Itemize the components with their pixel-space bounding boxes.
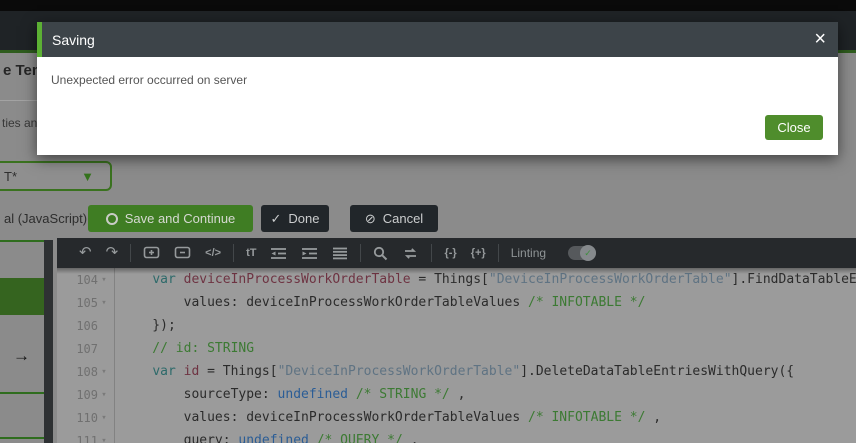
sidebar-selected-item[interactable]: [0, 278, 44, 315]
close-icon[interactable]: ×: [814, 26, 826, 52]
sidebar-row-border: [0, 240, 44, 242]
add-comment-icon[interactable]: [143, 246, 160, 261]
outdent-icon[interactable]: [270, 247, 287, 260]
code-text: sourceType: undefined /* STRING */ ,: [121, 387, 466, 402]
code-text: query: undefined /* QUERY */ ,: [121, 433, 419, 443]
title-divider: [0, 100, 37, 101]
fold-arrow-icon[interactable]: ▾: [98, 275, 110, 285]
line-number: 108: [76, 364, 98, 379]
service-handler-dropdown[interactable]: T* ▼: [0, 161, 112, 191]
code-text: values: deviceInProcessWorkOrderTableVal…: [121, 295, 646, 310]
chevron-down-icon: ▼: [81, 169, 94, 184]
screen: e Tem ties and T* ▼ al (JavaScript) Save…: [0, 0, 856, 443]
code-line[interactable]: 111 ▾ query: undefined /* QUERY */ ,: [57, 429, 856, 443]
unfold-all-icon[interactable]: {+}: [471, 245, 486, 261]
gutter: 111 ▾: [57, 429, 115, 443]
gutter: 109 ▾: [57, 383, 115, 406]
dialog-message: Unexpected error occurred on server: [51, 73, 248, 87]
line-number: 107: [76, 341, 98, 356]
dialog-title: Saving: [52, 31, 95, 48]
saving-dialog: Saving × Unexpected error occurred on se…: [37, 22, 838, 155]
fold-all-icon[interactable]: {-}: [444, 245, 456, 261]
line-number: 110: [76, 410, 98, 425]
code-text: values: deviceInProcessWorkOrderTableVal…: [121, 410, 662, 425]
font-size-icon[interactable]: tT: [246, 245, 256, 261]
line-number: 105: [76, 295, 98, 310]
code-line[interactable]: 104 ▾ var deviceInProcessWorkOrderTable =…: [57, 268, 856, 291]
format-lines-icon[interactable]: [332, 247, 348, 260]
dialog-header: Saving ×: [37, 22, 838, 57]
fold-arrow-icon[interactable]: ▾: [98, 298, 110, 308]
cancel-button-label: Cancel: [382, 211, 424, 226]
editor-left-border: [44, 240, 53, 443]
code-text: var deviceInProcessWorkOrderTable = Thin…: [152, 272, 856, 287]
gutter: 108 ▾: [57, 360, 115, 383]
save-and-continue-button[interactable]: Save and Continue: [88, 205, 253, 232]
toggle-check-icon: ✓: [580, 245, 597, 261]
top-black-bar: [0, 0, 856, 11]
line-number: 104: [76, 272, 98, 287]
code-editor-toolbar: ↶ ↷ </> tT {-} {+} Linting ✓: [57, 238, 856, 268]
line-number: 111: [76, 433, 98, 443]
code-line[interactable]: 107 // id: STRING: [57, 337, 856, 360]
current-row-arrow-icon: →: [13, 346, 30, 365]
gutter: 105 ▾: [57, 291, 115, 314]
cancel-button[interactable]: ⊘ Cancel: [350, 205, 438, 232]
dropdown-value: T*: [4, 168, 17, 184]
handler-type-label: al (JavaScript): [4, 211, 88, 226]
save-circle-icon: [105, 212, 118, 225]
redo-icon[interactable]: ↷: [106, 245, 119, 261]
code-editor[interactable]: 104 ▾ var deviceInProcessWorkOrderTable =…: [57, 268, 856, 443]
done-button[interactable]: ✓ Done: [261, 205, 329, 232]
line-number: 106: [76, 318, 98, 333]
code-line[interactable]: 106 });: [57, 314, 856, 337]
code-line[interactable]: 108 ▾ var id = Things["DeviceInProcessWor…: [57, 360, 856, 383]
fold-arrow-icon[interactable]: ▾: [98, 413, 110, 423]
code-text: var id = Things["DeviceInProcessWorkOrde…: [152, 364, 795, 379]
code-text: // id: STRING: [121, 341, 255, 356]
remove-comment-icon[interactable]: [174, 246, 191, 261]
code-line[interactable]: 110 ▾ values: deviceInProcessWorkOrderTab…: [57, 406, 856, 429]
fold-arrow-icon[interactable]: ▾: [98, 390, 110, 400]
code-lines: 104 ▾ var deviceInProcessWorkOrderTable =…: [57, 268, 856, 443]
close-button[interactable]: Close: [765, 115, 823, 140]
ban-icon: ⊘: [364, 211, 376, 226]
gutter: 106: [57, 314, 115, 337]
fold-arrow-icon[interactable]: ▾: [98, 367, 110, 377]
gutter: 104 ▾: [57, 268, 115, 291]
linting-label: Linting: [510, 246, 547, 260]
fold-arrow-icon[interactable]: ▾: [98, 436, 110, 443]
line-number: 109: [76, 387, 98, 402]
undo-icon[interactable]: ↶: [79, 245, 92, 261]
code-line[interactable]: 105 ▾ values: deviceInProcessWorkOrderTab…: [57, 291, 856, 314]
dialog-accent-strip: [37, 22, 42, 57]
replace-icon[interactable]: [402, 247, 419, 260]
sidebar-row-border: [0, 437, 44, 439]
search-icon[interactable]: [373, 246, 388, 261]
done-button-label: Done: [288, 211, 320, 226]
code-text: });: [121, 318, 176, 333]
indent-icon[interactable]: [301, 247, 318, 260]
gutter: 107: [57, 337, 115, 360]
save-button-label: Save and Continue: [124, 211, 236, 226]
code-line[interactable]: 109 ▾ sourceType: undefined /* STRING */ …: [57, 383, 856, 406]
check-icon: ✓: [270, 211, 282, 226]
gutter: 110 ▾: [57, 406, 115, 429]
linting-toggle[interactable]: ✓: [568, 245, 597, 261]
sidebar-row-border: [0, 392, 44, 394]
code-tags-icon[interactable]: </>: [205, 245, 221, 261]
